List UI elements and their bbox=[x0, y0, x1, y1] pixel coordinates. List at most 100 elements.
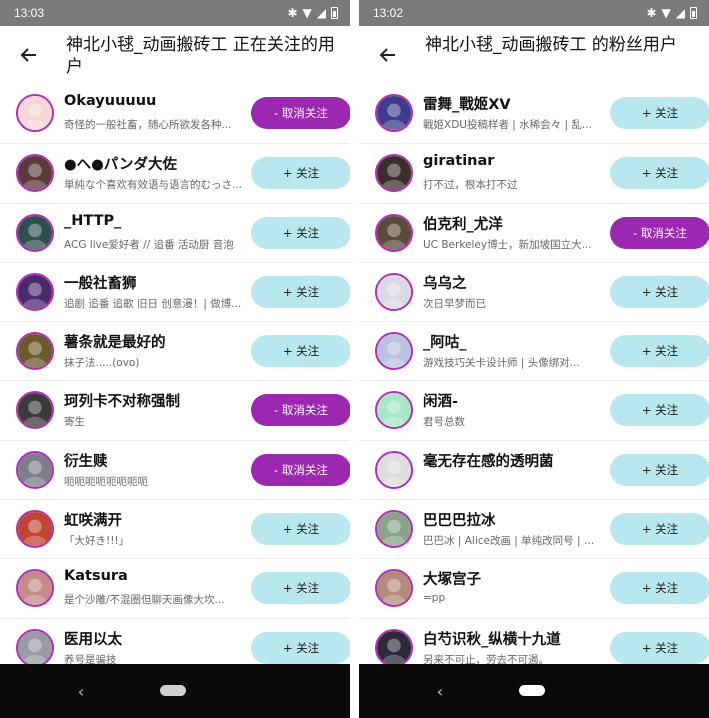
username: 衍生赎 bbox=[64, 453, 108, 470]
avatar[interactable] bbox=[375, 628, 413, 664]
follow-button[interactable]: + 关注 bbox=[251, 572, 350, 605]
username: 雷舞_戰姬XV bbox=[423, 97, 511, 113]
avatar[interactable] bbox=[16, 272, 54, 311]
list-item[interactable]: 巴巴巴拉冰 巴巴冰 | Alice改画 | 单纯改同号 | 有... + 关注 bbox=[359, 499, 709, 559]
follow-button[interactable]: + 关注 bbox=[610, 157, 709, 190]
list-item[interactable]: ●へ●パンダ大佐 単純な个喜欢有效语与语言的むっさ... + 关注 bbox=[0, 143, 350, 203]
unfollow-button[interactable]: - 取消关注 bbox=[251, 453, 350, 486]
follow-button[interactable]: + 关注 bbox=[251, 275, 350, 308]
screens-container: 13:03 ✱ ▼ ◢ 神北小毬_动画搬砖工 正在关注的用户 Okayuuuuu… bbox=[0, 0, 709, 718]
avatar[interactable] bbox=[375, 213, 413, 252]
follow-button[interactable]: + 关注 bbox=[610, 572, 709, 605]
avatar-image bbox=[377, 512, 411, 547]
avatar[interactable] bbox=[375, 154, 413, 193]
avatar-image bbox=[18, 334, 52, 369]
list-item[interactable]: _阿咕_ 游戏技巧关卡设计师 | 头像绑对... + 关注 bbox=[359, 321, 709, 381]
follow-button[interactable]: + 关注 bbox=[610, 453, 709, 486]
list-item[interactable]: 大塚宫子 =pp + 关注 bbox=[359, 558, 709, 618]
unfollow-button[interactable]: - 取消关注 bbox=[610, 216, 709, 249]
list-item[interactable]: 雷舞_戰姬XV 戰姬XDU投稿样者 | 水稀会々 | 乱... + 关注 bbox=[359, 84, 709, 144]
status-time: 13:03 bbox=[14, 6, 45, 20]
avatar-image bbox=[377, 156, 411, 191]
username: 医用以太 bbox=[64, 631, 122, 648]
system-nav-bar: ‹ bbox=[0, 664, 350, 718]
list-item[interactable]: 衍生赎 呃呃呃呃呃呃呃呃 - 取消关注 bbox=[0, 439, 350, 500]
nav-back-button[interactable]: ‹ bbox=[70, 680, 92, 702]
avatar[interactable] bbox=[16, 569, 54, 608]
avatar[interactable] bbox=[375, 450, 413, 489]
follow-button[interactable]: + 关注 bbox=[251, 631, 350, 664]
list-item[interactable]: 毫无存在感的透明菌 + 关注 bbox=[359, 439, 709, 500]
avatar[interactable] bbox=[375, 94, 413, 132]
user-list[interactable]: Okayuuuuu 奇怪的一般社畜，随心所欲发各种... - 取消关注 ●へ●パンダ大… bbox=[0, 84, 350, 664]
avatar[interactable] bbox=[16, 628, 54, 664]
username: 一般社畜狮 bbox=[64, 275, 137, 292]
phone-screen-following: 13:03 ✱ ▼ ◢ 神北小毬_动画搬砖工 正在关注的用户 Okayuuuuu… bbox=[0, 0, 350, 718]
status-bar: 13:02 ✱ ▼ ◢ bbox=[359, 0, 709, 26]
user-signature: 奇怪的一般社畜，随心所欲发各种... bbox=[64, 119, 232, 131]
avatar-image bbox=[18, 630, 52, 664]
avatar-image bbox=[18, 393, 52, 428]
avatar[interactable] bbox=[16, 450, 54, 489]
list-item[interactable]: 珂列卡不对称强制 寄生 - 取消关注 bbox=[0, 380, 350, 440]
avatar[interactable] bbox=[16, 154, 54, 193]
list-item[interactable]: giratinar 打不过，根本打不过 + 关注 bbox=[359, 143, 709, 203]
list-item[interactable]: 医用以太养号是骗技 + 关注 bbox=[0, 617, 350, 664]
username: 大塚宫子 bbox=[423, 572, 481, 589]
username: 白芍识秋_纵横十九道 bbox=[423, 631, 561, 648]
list-item[interactable]: 闲酒- 君号总数 + 关注 bbox=[359, 380, 709, 440]
follow-button[interactable]: + 关注 bbox=[610, 394, 709, 427]
app-bar: 神北小毬_动画搬砖工 的粉丝用户 bbox=[359, 26, 709, 84]
unfollow-button[interactable]: - 取消关注 bbox=[251, 394, 350, 427]
follow-button[interactable]: + 关注 bbox=[610, 631, 709, 664]
username: _HTTP_ bbox=[64, 212, 122, 229]
avatar[interactable] bbox=[16, 213, 54, 252]
list-item[interactable]: 乌乌之 次日早梦而已 + 关注 bbox=[359, 261, 709, 322]
page-title: 神北小毬_动画搬砖工 的粉丝用户 bbox=[425, 35, 677, 55]
follow-button[interactable]: + 关注 bbox=[251, 335, 350, 368]
bluetooth-icon: ✱ bbox=[287, 6, 298, 20]
avatar[interactable] bbox=[375, 510, 413, 549]
user-list[interactable]: 雷舞_戰姬XV 戰姬XDU投稿样者 | 水稀会々 | 乱... + 关注 girati… bbox=[359, 84, 709, 664]
follow-button[interactable]: + 关注 bbox=[251, 513, 350, 546]
user-signature: 追剧 追番 追歌 旧日 创意漫！| 做博... bbox=[64, 297, 242, 310]
follow-button[interactable]: + 关注 bbox=[251, 157, 350, 190]
follow-button[interactable]: + 关注 bbox=[610, 513, 709, 546]
list-item[interactable]: _HTTP_ ACG live爱好者 // 追番 活动厨 音泡 + 关注 bbox=[0, 202, 350, 262]
follow-button[interactable]: + 关注 bbox=[610, 275, 709, 308]
user-signature: 游戏技巧关卡设计师 | 头像绑对... bbox=[423, 357, 580, 370]
list-item[interactable]: 白芍识秋_纵横十九道 另来不可止，劳去不可遏。 + 关注 bbox=[359, 617, 709, 664]
username: giratinar bbox=[423, 153, 495, 170]
nav-home-button[interactable] bbox=[160, 685, 186, 696]
avatar[interactable] bbox=[16, 332, 54, 371]
avatar-image bbox=[18, 274, 52, 309]
back-button[interactable] bbox=[373, 40, 403, 70]
avatar[interactable] bbox=[375, 391, 413, 430]
avatar-image bbox=[18, 96, 52, 130]
list-item[interactable]: 一般社畜狮追剧 追番 追歌 旧日 创意漫！| 做博... + 关注 bbox=[0, 261, 350, 322]
signal-icon: ◢ bbox=[316, 6, 326, 20]
follow-button[interactable]: + 关注 bbox=[610, 97, 709, 129]
list-item[interactable]: 伯克利_尤洋 UC Berkeley博士，新加坡国立大... - 取消关注 bbox=[359, 202, 709, 262]
nav-home-button[interactable] bbox=[519, 685, 545, 696]
user-signature: 「大好き!!!」 bbox=[64, 535, 130, 548]
nav-back-button[interactable]: ‹ bbox=[429, 680, 451, 702]
list-item[interactable]: Katsura 是个沙雕/不混圈但聊天画像大坎... + 关注 bbox=[0, 558, 350, 618]
user-signature: 养号是骗技 bbox=[64, 653, 117, 664]
avatar-image bbox=[18, 156, 52, 191]
avatar[interactable] bbox=[16, 94, 54, 132]
unfollow-button[interactable]: - 取消关注 bbox=[251, 97, 350, 129]
list-item[interactable]: Okayuuuuu 奇怪的一般社畜，随心所欲发各种... - 取消关注 bbox=[0, 84, 350, 144]
avatar[interactable] bbox=[375, 332, 413, 371]
avatar[interactable] bbox=[375, 272, 413, 311]
avatar[interactable] bbox=[16, 510, 54, 549]
username: 虹咲满开 bbox=[64, 513, 122, 530]
avatar-image bbox=[18, 452, 52, 487]
avatar[interactable] bbox=[375, 569, 413, 608]
follow-button[interactable]: + 关注 bbox=[610, 335, 709, 368]
back-button[interactable] bbox=[14, 40, 44, 70]
list-item[interactable]: 虹咲满开「大好き!!!」 + 关注 bbox=[0, 499, 350, 559]
avatar[interactable] bbox=[16, 391, 54, 430]
follow-button[interactable]: + 关注 bbox=[251, 216, 350, 249]
list-item[interactable]: 薯条就是最好的 抹子法.....(ovo) + 关注 bbox=[0, 321, 350, 381]
